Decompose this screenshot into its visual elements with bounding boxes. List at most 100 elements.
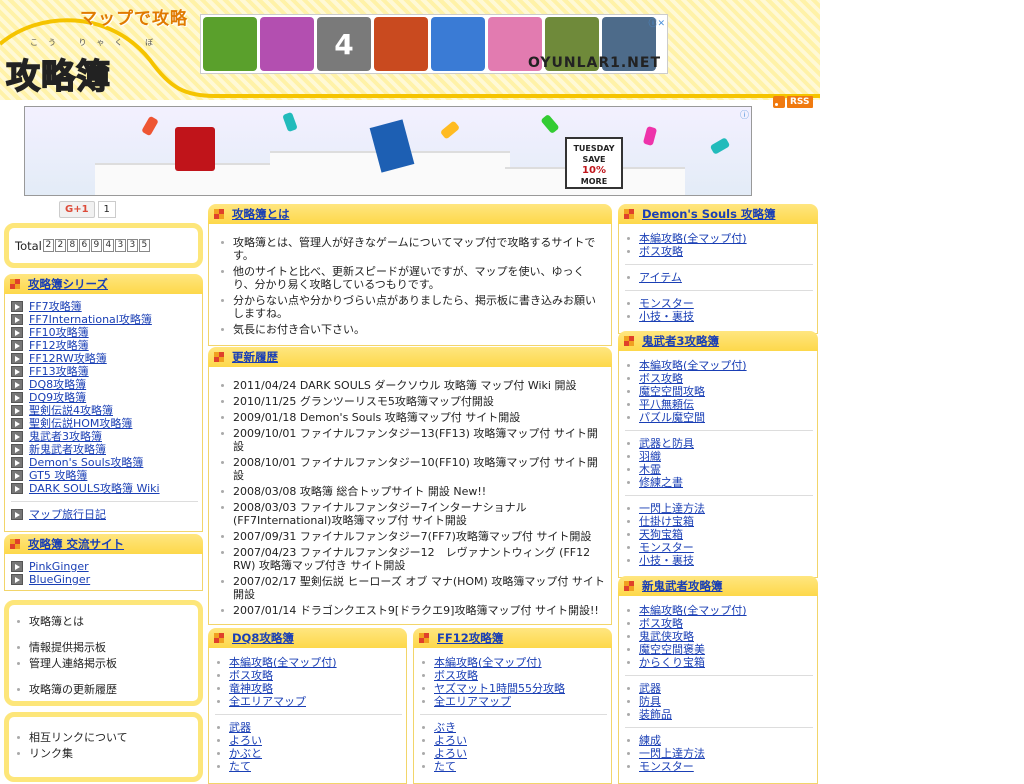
ad-game-tile[interactable] xyxy=(260,17,314,71)
demons-link[interactable]: ボス攻略 xyxy=(625,245,813,258)
shin-panel-title[interactable]: 新鬼武者攻略簿 xyxy=(642,578,723,594)
series-link[interactable]: 鬼武者3攻略簿 xyxy=(29,430,102,443)
oni3-link[interactable]: 平八無頼伝 xyxy=(625,398,813,411)
ad-game-tile[interactable] xyxy=(431,17,485,71)
ff12-link[interactable]: ヤズマット1時間55分攻略 xyxy=(420,682,607,695)
link-info-link[interactable]: 相互リンクについて xyxy=(15,731,192,744)
demons-link[interactable]: 小技・裏技 xyxy=(625,310,813,323)
ff12-panel-title[interactable]: FF12攻略簿 xyxy=(437,630,503,646)
promo-ad-banner[interactable]: TUESDAY SAVE 10% MORE ⓘ xyxy=(24,106,752,196)
shin-link[interactable]: 装飾品 xyxy=(625,708,813,721)
shin-link[interactable]: からくり宝箱 xyxy=(625,656,813,669)
ad-game-tile[interactable] xyxy=(374,17,428,71)
series-link[interactable]: FF12RW攻略簿 xyxy=(29,352,107,365)
oni3-link[interactable]: 修練之書 xyxy=(625,476,813,489)
google-plus-widget[interactable]: G+1 1 xyxy=(59,201,116,218)
shin-link[interactable]: モンスター xyxy=(625,760,813,773)
oni3-link[interactable]: 仕掛け宝箱 xyxy=(625,515,813,528)
history-panel: 更新履歴 2011/04/24 DARK SOULS ダークソウル 攻略簿 マッ… xyxy=(208,347,612,625)
oni3-link[interactable]: 羽織 xyxy=(625,450,813,463)
game-ad-banner[interactable]: 4 ⓘ✕ OYUNLAR1.NET xyxy=(200,14,668,74)
exchange-link[interactable]: BlueGinger xyxy=(29,573,90,586)
shin-link[interactable]: 本編攻略(全マップ付) xyxy=(625,604,813,617)
ff12-link[interactable]: よろい xyxy=(420,734,607,747)
exchange-link[interactable]: PinkGinger xyxy=(29,560,89,573)
ad-game-tile[interactable]: 4 xyxy=(317,17,371,71)
dq8-link[interactable]: たて xyxy=(215,760,402,773)
ad-choices-icon[interactable]: ⓘ✕ xyxy=(648,16,665,29)
series-link[interactable]: DQ9攻略簿 xyxy=(29,391,86,404)
rss-icon xyxy=(773,96,785,108)
ff12-link[interactable]: ぶき xyxy=(420,721,607,734)
series-link[interactable]: FF13攻略簿 xyxy=(29,365,89,378)
about-panel-title[interactable]: 攻略簿とは xyxy=(232,206,290,222)
series-link[interactable]: Demon's Souls攻略簿 xyxy=(29,456,143,469)
oni3-link[interactable]: 本編攻略(全マップ付) xyxy=(625,359,813,372)
shin-link[interactable]: ボス攻略 xyxy=(625,617,813,630)
shin-link[interactable]: 一閃上達方法 xyxy=(625,747,813,760)
oni3-link[interactable]: 一閃上達方法 xyxy=(625,502,813,515)
demons-panel-title[interactable]: Demon's Souls 攻略簿 xyxy=(642,206,775,222)
demons-link[interactable]: アイテム xyxy=(625,271,813,284)
dq8-link[interactable]: 竜神攻略 xyxy=(215,682,402,695)
about-text: 攻略簿とは、管理人が好きなゲームについてマップ付で攻略するサイトです。 xyxy=(219,236,605,262)
history-panel-title[interactable]: 更新履歴 xyxy=(232,349,278,365)
series-link[interactable]: FF10攻略簿 xyxy=(29,326,89,339)
shin-link[interactable]: 鬼武侠攻略 xyxy=(625,630,813,643)
dq8-link[interactable]: 全エリアマップ xyxy=(215,695,402,708)
dq8-link[interactable]: ボス攻略 xyxy=(215,669,402,682)
ff12-link[interactable]: 本編攻略(全マップ付) xyxy=(420,656,607,669)
demons-link[interactable]: モンスター xyxy=(625,297,813,310)
info-link[interactable]: 攻略簿とは xyxy=(15,615,192,628)
counter-digit: 6 xyxy=(78,239,90,252)
site-logo[interactable]: 攻略簿 xyxy=(5,49,111,98)
series-panel-title[interactable]: 攻略簿シリーズ xyxy=(28,276,108,292)
arrow-right-icon xyxy=(11,457,23,468)
ad-info-icon[interactable]: ⓘ xyxy=(740,108,749,121)
oni3-link[interactable]: 天狗宝箱 xyxy=(625,528,813,541)
arrow-right-icon xyxy=(11,405,23,416)
shin-link[interactable]: 防具 xyxy=(625,695,813,708)
shin-link[interactable]: 練成 xyxy=(625,734,813,747)
shin-link[interactable]: 武器 xyxy=(625,682,813,695)
oni3-link[interactable]: パズル魔空間 xyxy=(625,411,813,424)
rss-link[interactable]: RSS xyxy=(773,96,813,108)
oni3-link[interactable]: 武器と防具 xyxy=(625,437,813,450)
series-link[interactable]: FF12攻略簿 xyxy=(29,339,89,352)
ff12-link[interactable]: ボス攻略 xyxy=(420,669,607,682)
dq8-link[interactable]: かぶと xyxy=(215,747,402,760)
info-link[interactable]: 攻略簿の更新履歴 xyxy=(15,683,192,696)
series-link[interactable]: FF7International攻略簿 xyxy=(29,313,152,326)
series-link[interactable]: 聖剣伝説HOM攻略簿 xyxy=(29,417,132,430)
oni3-panel-title[interactable]: 鬼武者3攻略簿 xyxy=(642,333,719,349)
oni3-link[interactable]: ボス攻略 xyxy=(625,372,813,385)
series-link[interactable]: 聖剣伝説4攻略簿 xyxy=(29,404,113,417)
oni3-link[interactable]: モンスター xyxy=(625,541,813,554)
oni3-link[interactable]: 魔空空間攻略 xyxy=(625,385,813,398)
shin-link[interactable]: 魔空空間褒美 xyxy=(625,643,813,656)
series-link[interactable]: DQ8攻略簿 xyxy=(29,378,86,391)
dq8-link[interactable]: 本編攻略(全マップ付) xyxy=(215,656,402,669)
series-link[interactable]: DARK SOULS攻略簿 Wiki xyxy=(29,482,160,495)
gplus-button[interactable]: G+1 xyxy=(59,201,95,218)
ff12-link[interactable]: 全エリアマップ xyxy=(420,695,607,708)
dq8-link[interactable]: 武器 xyxy=(215,721,402,734)
info-link[interactable]: 情報提供掲示板 xyxy=(15,641,192,654)
dq8-link[interactable]: よろい xyxy=(215,734,402,747)
info-link[interactable]: 管理人連絡掲示板 xyxy=(15,657,192,670)
oni3-link[interactable]: 木霊 xyxy=(625,463,813,476)
series-link[interactable]: GT5 攻略簿 xyxy=(29,469,87,482)
ad-game-tile[interactable] xyxy=(203,17,257,71)
link-info-link[interactable]: リンク集 xyxy=(15,747,192,760)
series-link[interactable]: FF7攻略簿 xyxy=(29,300,82,313)
exchange-panel-title[interactable]: 攻略簿 交流サイト xyxy=(28,536,124,552)
arrow-right-icon xyxy=(11,431,23,442)
demons-link[interactable]: 本編攻略(全マップ付) xyxy=(625,232,813,245)
counter-digit: 2 xyxy=(42,239,54,252)
oni3-link[interactable]: 小技・裏技 xyxy=(625,554,813,567)
ff12-link[interactable]: たて xyxy=(420,760,607,773)
series-link[interactable]: 新鬼武者攻略簿 xyxy=(29,443,106,456)
ff12-link[interactable]: よろい xyxy=(420,747,607,760)
dq8-panel-title[interactable]: DQ8攻略簿 xyxy=(232,630,294,646)
travel-diary-link[interactable]: マップ旅行日記 xyxy=(29,508,106,521)
